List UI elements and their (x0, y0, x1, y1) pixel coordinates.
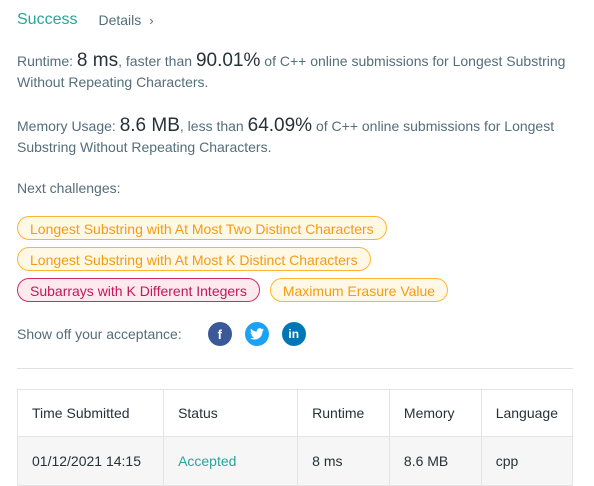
cell-time-submitted: 01/12/2021 14:15 (16, 436, 165, 486)
details-link[interactable]: Details › (98, 12, 153, 28)
runtime-value: 8 ms (76, 50, 119, 71)
cell-status-accepted[interactable]: Accepted (163, 436, 299, 486)
col-status: Status (163, 389, 299, 437)
col-language: Language (480, 389, 574, 437)
memory-stat: Memory Usage: 8.6 MB, less than 64.09% o… (17, 115, 582, 158)
next-challenges-label: Next challenges: (17, 180, 121, 196)
memory-comparison: , less than (179, 118, 244, 134)
challenge-tag-maximum-erasure[interactable]: Maximum Erasure Value (269, 278, 449, 302)
twitter-icon[interactable] (244, 322, 269, 346)
memory-value: 8.6 MB (119, 115, 180, 136)
runtime-label: Runtime: (17, 53, 74, 69)
details-label: Details (98, 12, 142, 28)
next-challenges-list: Longest Substring with At Most Two Disti… (17, 216, 577, 309)
submissions-table: Time Submitted Status Runtime Memory Lan… (16, 389, 574, 486)
col-runtime: Runtime (297, 389, 390, 437)
table-row: 01/12/2021 14:15 Accepted 8 ms 8.6 MB cp… (16, 436, 574, 486)
facebook-icon[interactable]: f (207, 322, 232, 346)
status-title: Success (17, 11, 78, 28)
runtime-stat: Runtime: 8 ms, faster than 90.01% of C++… (17, 50, 582, 93)
col-memory: Memory (388, 389, 482, 437)
cell-runtime: 8 ms (297, 436, 390, 486)
memory-percentile: 64.09% (247, 115, 313, 136)
col-time-submitted: Time Submitted (16, 389, 165, 437)
twitter-bird-glyph (249, 328, 264, 340)
runtime-comparison: , faster than (118, 53, 193, 69)
linkedin-icon[interactable]: in (281, 322, 306, 346)
result-header: Success Details › (17, 9, 154, 31)
cell-language: cpp (480, 436, 574, 486)
memory-label: Memory Usage: (17, 118, 116, 134)
challenge-tag-subarrays-k-different[interactable]: Subarrays with K Different Integers (17, 278, 260, 302)
challenge-tag-two-distinct[interactable]: Longest Substring with At Most Two Disti… (17, 216, 387, 240)
section-divider (17, 368, 573, 369)
table-header-row: Time Submitted Status Runtime Memory Lan… (16, 389, 574, 437)
chevron-right-icon: › (149, 12, 154, 28)
cell-memory: 8.6 MB (388, 436, 482, 486)
runtime-percentile: 90.01% (195, 50, 261, 71)
share-row: Show off your acceptance: f in (17, 321, 319, 347)
share-label: Show off your acceptance: (17, 326, 182, 342)
challenge-tag-k-distinct[interactable]: Longest Substring with At Most K Distinc… (17, 247, 371, 271)
